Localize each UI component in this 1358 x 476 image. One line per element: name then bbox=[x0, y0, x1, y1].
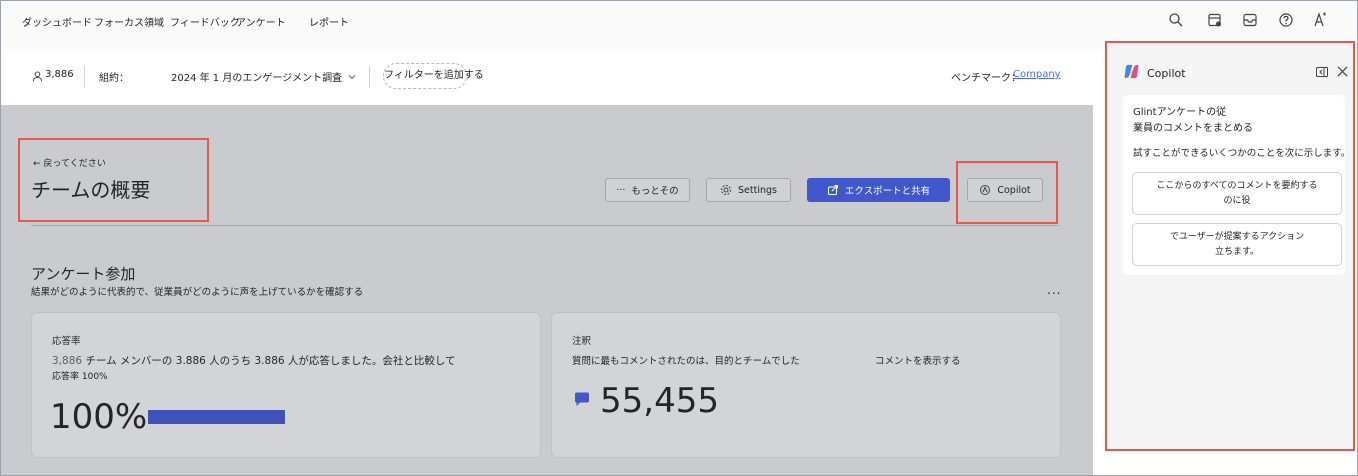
gear-icon bbox=[721, 185, 732, 195]
divider bbox=[369, 66, 370, 88]
share-icon bbox=[827, 185, 838, 195]
nav-feedback[interactable]: フィードバック bbox=[170, 14, 240, 29]
search-icon[interactable] bbox=[1167, 11, 1185, 29]
card-label: 注釈 bbox=[572, 336, 592, 347]
copilot-intro-line1: Glintアンケートの従 bbox=[1133, 107, 1227, 118]
copilot-suggestion-actions[interactable]: でユーザーが提案するアクション 立ちます。 bbox=[1132, 223, 1342, 266]
app-window: ダッシュボード フォーカス領域 フィードバック アンケート レポート 3,886… bbox=[0, 0, 1358, 476]
highlight-title bbox=[18, 138, 209, 222]
copilot-message-card: Glintアンケートの従 業員のコメントをまとめる 試すことができるいくつかのこ… bbox=[1123, 95, 1350, 275]
more-options-label: もっとその bbox=[631, 186, 679, 197]
nav-dashboard[interactable]: ダッシュボード bbox=[22, 14, 92, 29]
response-text: 3,886 チーム メンバーの 3.886 人のうち 3.886 人が応答しまし… bbox=[52, 353, 456, 368]
suggestion-text: ここからのすべてのコメントを要約する bbox=[1156, 180, 1318, 191]
show-comments-link[interactable]: コメントを表示する bbox=[875, 353, 961, 367]
comment-icon bbox=[575, 392, 589, 406]
copilot-panel: Copilot Glintアンケートの従 業員のコメントをまとめる 試すことがで… bbox=[1105, 41, 1355, 451]
highlight-copilot bbox=[956, 161, 1058, 224]
chevron-down-icon[interactable] bbox=[347, 72, 357, 82]
export-share-button[interactable]: エクスポートと共有 bbox=[807, 178, 950, 202]
divider bbox=[31, 225, 1059, 226]
copilot-suggestion-summarize[interactable]: ここからのすべてのコメントを要約する のに役 bbox=[1132, 172, 1342, 215]
response-rate-value: 100% bbox=[50, 397, 148, 437]
nav-reports[interactable]: レポート bbox=[309, 14, 349, 29]
nav-surveys[interactable]: アンケート bbox=[236, 14, 286, 29]
response-line2: 応答率 100% bbox=[52, 372, 108, 382]
filter-bar: 3,886 組約： 2024 年 1 月のエンゲージメント調査 フィルターを追加… bbox=[1, 49, 1093, 105]
response-progress-fill bbox=[148, 410, 285, 424]
main-content: ← 戻ってください チームの概要 ··· もっとその Settings エクスポ… bbox=[1, 105, 1093, 475]
nav-focus-areas[interactable]: フォーカス領域 bbox=[94, 14, 164, 29]
section-subtitle: 結果がどのように代表的で、従業員がどのように声を上げているかを確認する bbox=[31, 287, 364, 298]
add-filter-button[interactable]: フィルターを追加する bbox=[383, 63, 484, 89]
suggestion-text: でユーザーが提案するアクション bbox=[1169, 231, 1305, 242]
benchmark-label: ベンチマーク： bbox=[951, 73, 1021, 84]
section-title: アンケート参加 bbox=[31, 265, 136, 283]
more-options-button[interactable]: ··· もっとその bbox=[605, 178, 690, 202]
divider bbox=[84, 66, 85, 88]
copilot-prompt: 試すことができるいくつかのことを次に示します。 bbox=[1133, 148, 1351, 159]
settings-label: Settings bbox=[738, 184, 777, 196]
calendar-icon[interactable] bbox=[1206, 11, 1224, 29]
more-icon: ··· bbox=[616, 184, 626, 196]
comments-text: 質問に最もコメントされたのは、目的とチームでした bbox=[572, 356, 800, 367]
survey-select[interactable]: 2024 年 1 月のエンゲージメント調査 bbox=[171, 69, 342, 84]
person-icon bbox=[32, 71, 43, 82]
settings-button[interactable]: Settings bbox=[706, 178, 791, 202]
contract-label: 組約： bbox=[99, 73, 129, 84]
copilot-logo-icon bbox=[1124, 64, 1139, 79]
card-label: 応答率 bbox=[52, 336, 81, 347]
section-more-button[interactable]: ... bbox=[1047, 283, 1061, 297]
close-icon[interactable] bbox=[1336, 65, 1349, 78]
response-count: 3,886 bbox=[52, 355, 83, 367]
suggestion-text: のに役 bbox=[1223, 195, 1251, 206]
member-count: 3,886 bbox=[45, 69, 74, 80]
export-share-label: エクスポートと共有 bbox=[844, 186, 931, 197]
accessibility-icon[interactable] bbox=[1311, 11, 1329, 29]
benchmark-link[interactable]: Company bbox=[1013, 69, 1061, 80]
copilot-intro-line2: 業員のコメントをまとめる bbox=[1133, 123, 1253, 134]
help-icon[interactable] bbox=[1277, 11, 1295, 29]
response-progress-bar bbox=[148, 410, 285, 424]
copilot-title: Copilot bbox=[1147, 67, 1186, 80]
comments-card: 注釈 質問に最もコメントされたのは、目的とチームでした コメントを表示する 55… bbox=[551, 312, 1061, 458]
response-line1: チーム メンバーの 3.886 人のうち 3.886 人が応答しました。会社と比… bbox=[82, 355, 456, 367]
inbox-icon[interactable] bbox=[1241, 11, 1259, 29]
response-rate-card: 応答率 3,886 チーム メンバーの 3.886 人のうち 3.886 人が応… bbox=[31, 312, 541, 458]
dock-panel-icon[interactable] bbox=[1315, 65, 1329, 79]
comments-count: 55,455 bbox=[600, 381, 719, 421]
suggestion-text: 立ちます。 bbox=[1214, 246, 1260, 257]
